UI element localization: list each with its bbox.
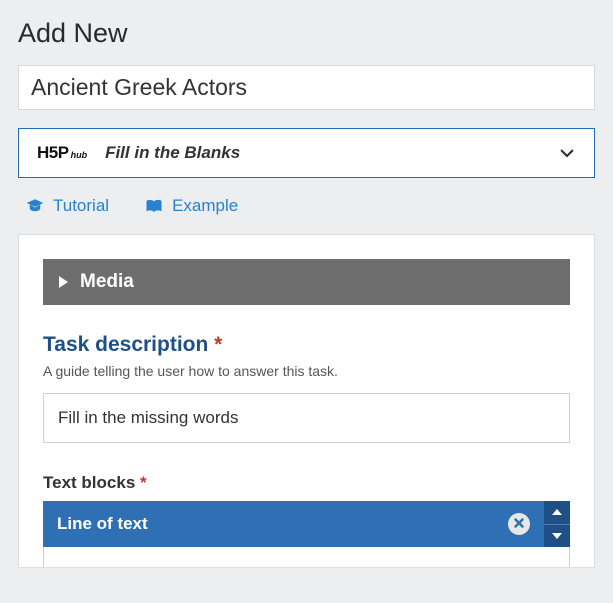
text-block-body xyxy=(43,547,570,567)
text-blocks-label-text: Text blocks xyxy=(43,473,135,492)
caret-right-icon xyxy=(59,276,68,288)
required-marker: * xyxy=(140,473,147,492)
block-reorder-controls xyxy=(544,501,570,547)
text-blocks-label: Text blocks * xyxy=(43,473,570,493)
h5p-logo-sub: hub xyxy=(71,150,88,160)
chevron-down-icon xyxy=(558,144,576,162)
editor-panel: Media Task description * A guide telling… xyxy=(18,234,595,568)
required-marker: * xyxy=(214,333,222,356)
task-description-label-text: Task description xyxy=(43,333,208,356)
task-description-help: A guide telling the user how to answer t… xyxy=(43,363,570,379)
text-block-header[interactable]: Line of text xyxy=(43,501,544,547)
title-input[interactable] xyxy=(18,65,595,110)
example-label: Example xyxy=(172,196,238,216)
move-block-up-button[interactable] xyxy=(544,501,570,525)
content-type-selector[interactable]: H5P hub Fill in the Blanks xyxy=(18,128,595,178)
content-type-label: Fill in the Blanks xyxy=(105,143,558,163)
help-links-row: Tutorial Example xyxy=(18,178,595,234)
tutorial-label: Tutorial xyxy=(53,196,109,216)
media-panel-title: Media xyxy=(80,271,134,293)
task-description-label: Task description * xyxy=(43,333,570,357)
move-block-down-button[interactable] xyxy=(544,525,570,548)
chevron-up-icon xyxy=(552,509,562,515)
example-link[interactable]: Example xyxy=(145,196,238,216)
close-icon xyxy=(513,514,525,534)
page-title: Add New xyxy=(18,18,595,49)
text-block-item: Line of text xyxy=(43,501,570,547)
remove-block-button[interactable] xyxy=(508,513,530,535)
tutorial-link[interactable]: Tutorial xyxy=(26,196,109,216)
graduation-cap-icon xyxy=(26,197,44,215)
chevron-down-icon xyxy=(552,533,562,539)
open-book-icon xyxy=(145,197,163,215)
h5p-logo-main: H5P xyxy=(37,143,69,163)
media-panel-header[interactable]: Media xyxy=(43,259,570,305)
h5p-logo: H5P hub xyxy=(37,143,87,163)
text-block-title: Line of text xyxy=(57,514,148,534)
task-description-input[interactable] xyxy=(43,393,570,443)
